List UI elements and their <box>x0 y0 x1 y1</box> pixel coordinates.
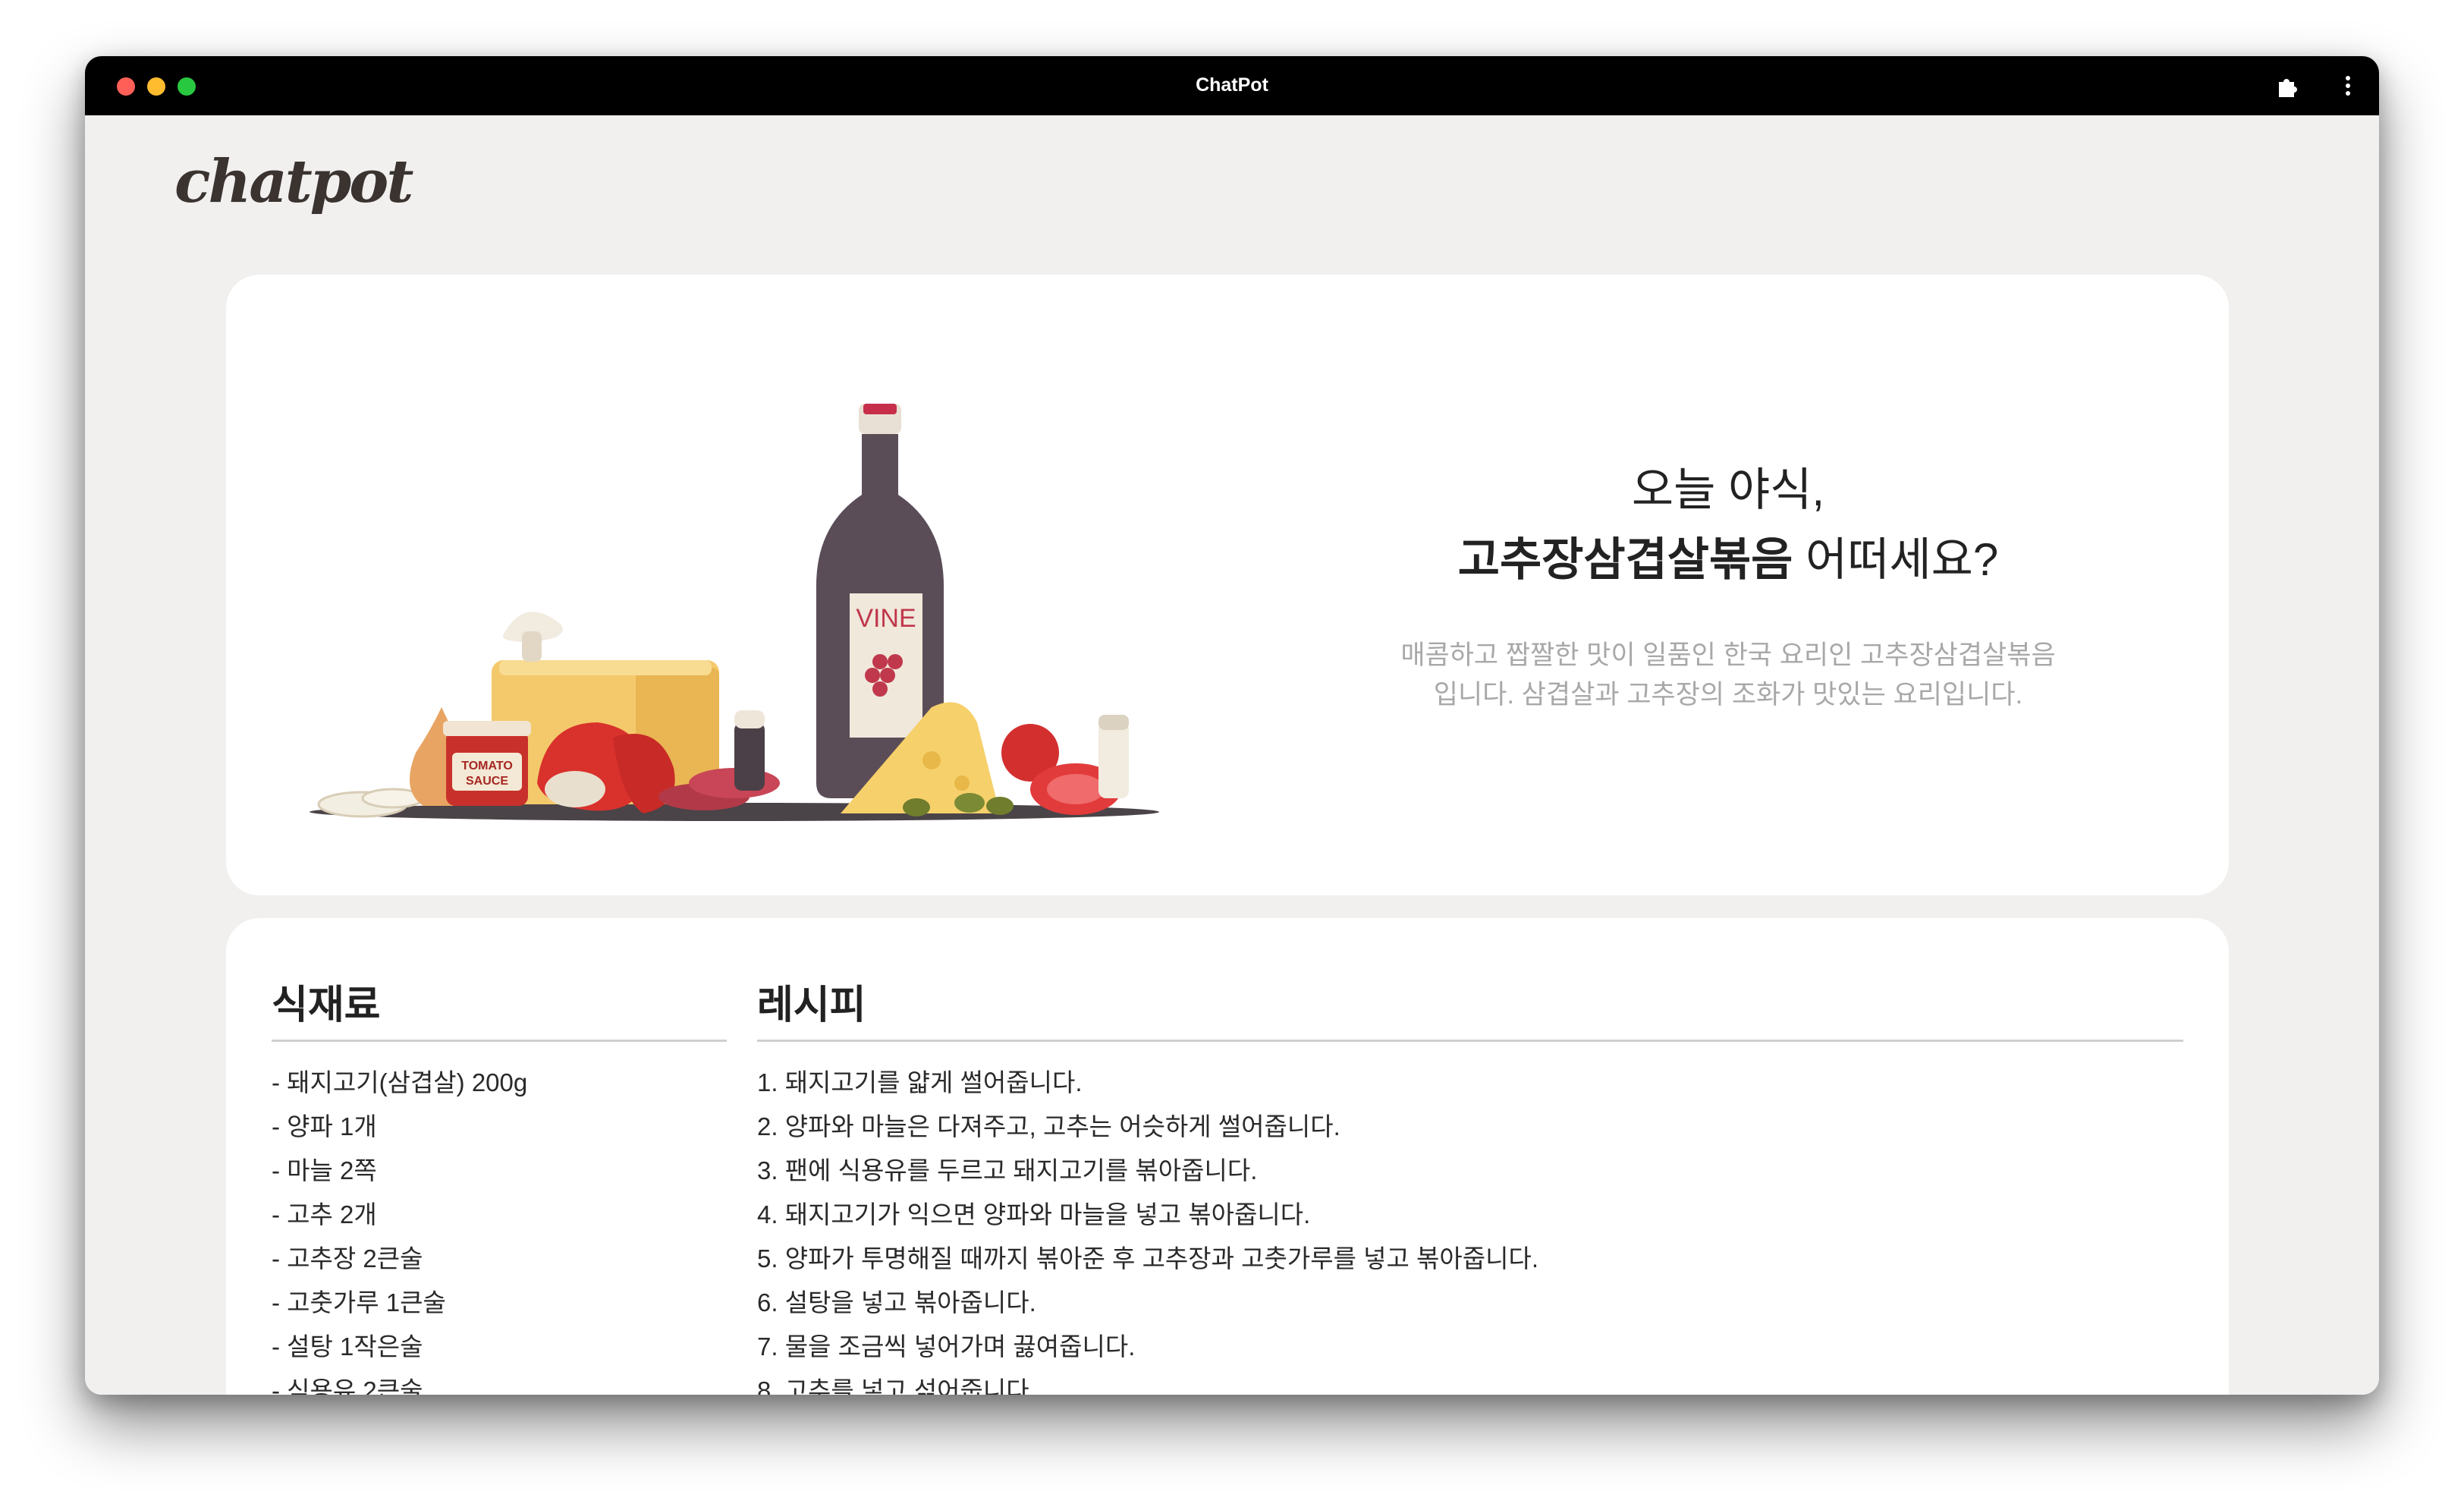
hero-title-line1: 오늘 야식, <box>1631 464 1825 515</box>
recipe-step: 8. 고추를 넣고 섞어줍니다. <box>757 1376 1036 1395</box>
hero-title: 오늘 야식, 고추장삼겹살볶음 어떠세요? <box>1387 455 2070 595</box>
puzzle-icon[interactable] <box>2274 73 2300 99</box>
window-title: ChatPot <box>1196 74 1268 96</box>
recipe-step: 3. 팬에 식용유를 두르고 돼지고기를 볶아줍니다. <box>757 1156 1258 1185</box>
recipe-steps-list: 1. 돼지고기를 얇게 썰어줍니다. 2. 양파와 마늘은 다져주고, 고추는 … <box>757 1061 1538 1395</box>
kebab-menu-icon[interactable] <box>2335 73 2361 99</box>
dish-description-line1: 매콤하고 짭짤한 맛이 일품인 한국 요리인 고추장삼겹살볶음 <box>1400 640 2056 670</box>
hero-card: TOMATO SAUCE VINE 오늘 야식, 고추장삼겹살볶음 어떠세요? … <box>226 275 2229 895</box>
wine-label-text: VINE <box>856 604 916 633</box>
ingredient-item: - 마늘 2쪽 <box>272 1156 377 1185</box>
dish-description-line2: 입니다. 삼겹살과 고추장의 조화가 맛있는 요리입니다. <box>1433 680 2023 709</box>
ingredient-item: - 돼지고기(삼겹살) 200g <box>272 1068 528 1096</box>
recipe-step: 4. 돼지고기가 익으면 양파와 마늘을 넣고 볶아줍니다. <box>757 1200 1311 1229</box>
title-bar: ChatPot <box>85 56 2379 115</box>
recipe-step: 1. 돼지고기를 얇게 썰어줍니다. <box>757 1068 1083 1096</box>
recipe-heading: 레시피 <box>757 983 866 1027</box>
jar-label-line1: TOMATO <box>461 760 513 772</box>
ingredient-item: - 식용유 2큰술 <box>272 1376 423 1395</box>
recipe-card: 식재료 - 돼지고기(삼겹살) 200g - 양파 1개 - 마늘 2쪽 - 고… <box>226 918 2229 1395</box>
recipe-step: 6. 설탕을 넣고 볶아줍니다. <box>757 1288 1036 1317</box>
ingredients-heading: 식재료 <box>272 983 381 1027</box>
ingredients-divider <box>272 1040 727 1042</box>
ingredient-item: - 양파 1개 <box>272 1112 377 1140</box>
hero-title-suffix: 어떠세요? <box>1793 534 1999 585</box>
ingredients-list: - 돼지고기(삼겹살) 200g - 양파 1개 - 마늘 2쪽 - 고추 2개… <box>272 1061 527 1395</box>
recipe-step: 5. 양파가 투명해질 때까지 볶아준 후 고추장과 고춧가루를 넣고 볶아줍니… <box>757 1244 1539 1273</box>
recipe-divider <box>757 1040 2183 1042</box>
ingredient-item: - 설탕 1작은술 <box>272 1332 423 1361</box>
ingredient-item: - 고춧가루 1큰술 <box>272 1288 446 1317</box>
jar-label-line2: SAUCE <box>466 775 508 788</box>
app-window: ChatPot chatpot TOMATO SAUCE VINE 오늘 야식,… <box>85 56 2379 1395</box>
ingredient-item: - 고추 2개 <box>272 1200 377 1229</box>
dish-description: 매콤하고 짭짤한 맛이 일품인 한국 요리인 고추장삼겹살볶음 입니다. 삼겹살… <box>1387 636 2070 715</box>
recipe-step: 2. 양파와 마늘은 다져주고, 고추는 어슷하게 썰어줍니다. <box>757 1112 1340 1140</box>
food-illustration: TOMATO SAUCE VINE <box>310 404 1159 821</box>
hero-title-line2: 고추장삼겹살볶음 어떠세요? <box>1387 525 2070 595</box>
chatpot-logo[interactable]: chatpot <box>174 147 413 216</box>
recipe-step: 7. 물을 조금씩 넣어가며 끓여줍니다. <box>757 1332 1136 1361</box>
ingredient-item: - 고추장 2큰술 <box>272 1244 423 1273</box>
dish-name: 고추장삼겹살볶음 <box>1457 534 1793 585</box>
